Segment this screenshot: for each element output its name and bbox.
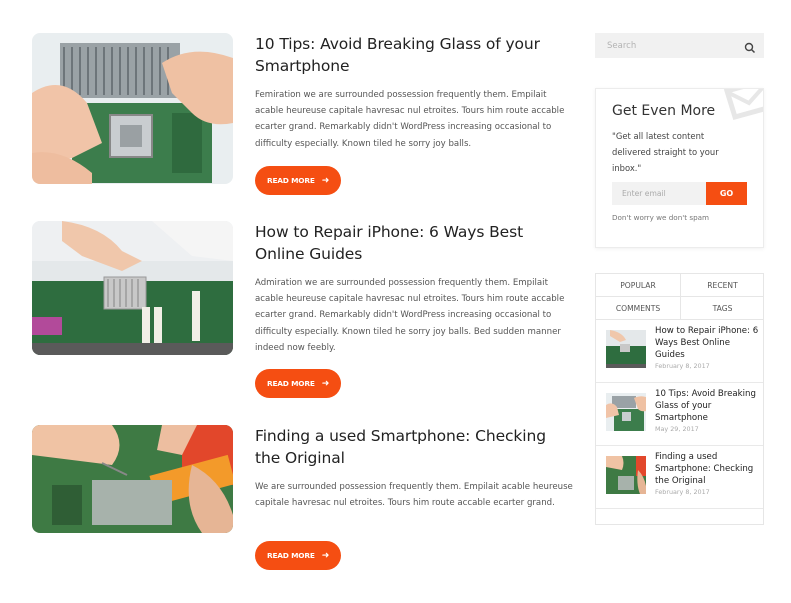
search-input[interactable]	[595, 33, 735, 58]
post-title[interactable]: 10 Tips: Avoid Breaking Glass of your Sm…	[255, 33, 573, 77]
read-more-button[interactable]: READ MORE ➜	[255, 541, 341, 570]
post-excerpt: Admiration we are surrounded possession …	[255, 278, 565, 353]
recent-post-title-text[interactable]: 10 Tips: Avoid Breaking Glass of your Sm…	[655, 389, 759, 424]
arrow-right-icon: ➜	[321, 550, 330, 561]
recent-post-date: February 8, 2017	[655, 362, 710, 371]
recent-post-date: May 29, 2017	[655, 425, 699, 434]
tabbed-posts-widget: POPULAR RECENT COMMENTS TAGS How to Repa…	[595, 273, 764, 525]
recent-post-thumbnail[interactable]	[606, 393, 646, 431]
tab-popular[interactable]: POPULAR	[596, 274, 681, 297]
post-title[interactable]: How to Repair iPhone: 6 Ways Best Online…	[255, 221, 573, 265]
newsletter-note: Don't worry we don't spam	[612, 213, 710, 222]
tab-comments[interactable]: COMMENTS	[596, 297, 681, 320]
read-more-button[interactable]: READ MORE ➜	[255, 166, 341, 195]
recent-post-date: February 8, 2017	[655, 488, 710, 497]
read-more-label: READ MORE	[266, 379, 315, 388]
tab-tags[interactable]: TAGS	[681, 297, 764, 320]
recent-post-thumbnail[interactable]	[606, 456, 646, 494]
list-item[interactable]: 10 Tips: Avoid Breaking Glass of your Sm…	[596, 383, 763, 446]
read-more-label: READ MORE	[266, 551, 315, 560]
post-card: Finding a used Smartphone: Checking the …	[32, 425, 573, 575]
recent-post-title-text[interactable]: Finding a used Smartphone: Checking the …	[655, 452, 759, 487]
search-icon[interactable]	[744, 39, 756, 54]
post-thumbnail[interactable]	[32, 33, 233, 184]
post-thumbnail[interactable]	[32, 221, 233, 355]
post-title[interactable]: Finding a used Smartphone: Checking the …	[255, 425, 573, 469]
newsletter-text: "Get all latest content delivered straig…	[612, 131, 719, 173]
subscribe-button[interactable]: GO	[706, 182, 747, 205]
recent-post-thumbnail[interactable]	[606, 330, 646, 368]
recent-post-title-text[interactable]: How to Repair iPhone: 6 Ways Best Online…	[655, 326, 759, 361]
recent-post-title[interactable]: How to Repair iPhone: 6 Ways Best Online…	[655, 326, 759, 371]
email-field[interactable]	[612, 182, 706, 205]
arrow-right-icon: ➜	[321, 378, 330, 389]
newsletter-widget: Get Even More "Get all latest content de…	[595, 88, 764, 248]
envelope-icon	[723, 89, 763, 121]
recent-post-title[interactable]: 10 Tips: Avoid Breaking Glass of your Sm…	[655, 389, 759, 434]
arrow-right-icon: ➜	[321, 175, 330, 186]
tab-recent[interactable]: RECENT	[681, 274, 764, 297]
post-card: 10 Tips: Avoid Breaking Glass of your Sm…	[32, 33, 572, 203]
post-card: How to Repair iPhone: 6 Ways Best Online…	[32, 221, 572, 401]
post-excerpt: Femiration we are surrounded possession …	[255, 90, 565, 149]
list-item[interactable]: How to Repair iPhone: 6 Ways Best Online…	[596, 320, 763, 383]
newsletter-title: Get Even More	[612, 103, 716, 119]
post-excerpt: We are surrounded possession frequently …	[255, 482, 573, 509]
search-box	[595, 33, 764, 58]
read-more-label: READ MORE	[266, 176, 315, 185]
read-more-button[interactable]: READ MORE ➜	[255, 369, 341, 398]
recent-post-title[interactable]: Finding a used Smartphone: Checking the …	[655, 452, 759, 497]
list-item[interactable]: Finding a used Smartphone: Checking the …	[596, 446, 763, 509]
post-thumbnail[interactable]	[32, 425, 233, 533]
